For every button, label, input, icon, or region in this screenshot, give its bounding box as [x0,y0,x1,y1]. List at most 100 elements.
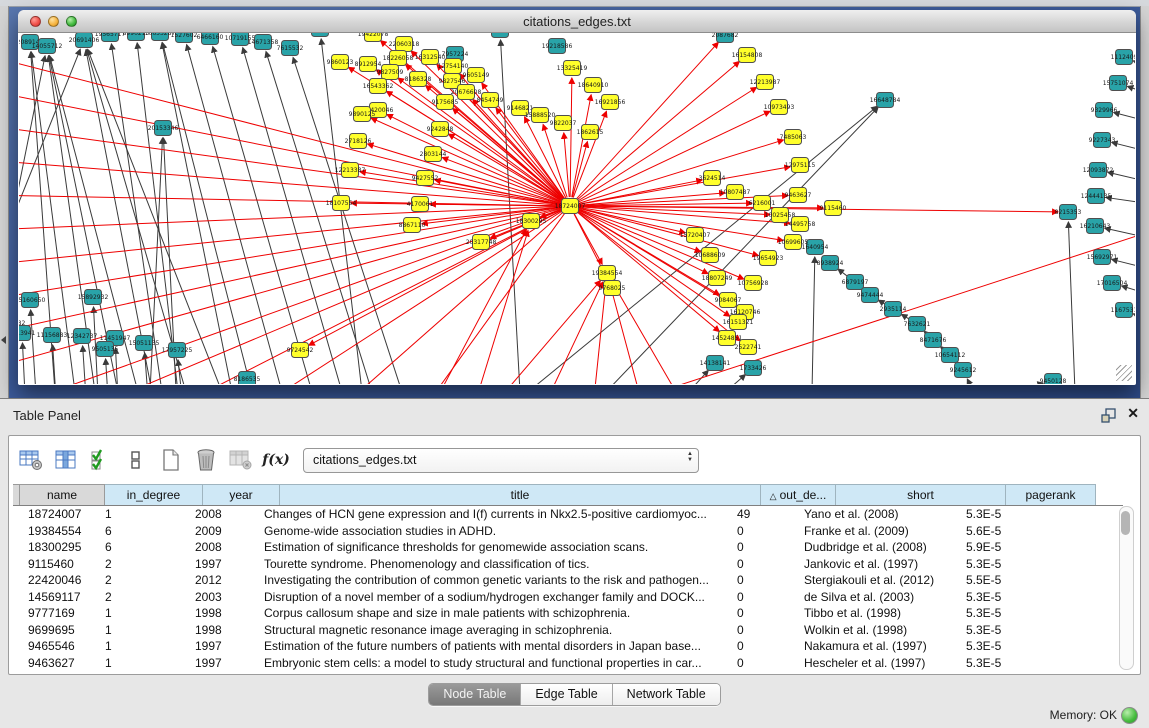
graph-node[interactable]: 19565717 [95,33,126,42]
float-panel-icon[interactable] [1101,407,1117,423]
window-titlebar[interactable]: citations_edges.txt [18,10,1136,33]
graph-node[interactable]: 15692971 [1087,250,1118,265]
graph-node[interactable]: 7615532 [277,41,304,56]
column-header-pagerank[interactable]: pagerank [1006,484,1096,505]
rows-icon[interactable] [123,447,149,473]
graph-node[interactable]: 9115460 [820,201,847,216]
graph-node[interactable]: 12213987 [750,75,781,90]
graph-node[interactable]: 9245612 [950,363,977,378]
close-panel-icon[interactable]: ✕ [1127,405,1139,422]
graph-node[interactable]: 8215353 [1055,205,1082,220]
graph-node[interactable]: 15751074 [1103,76,1134,91]
table-row[interactable]: 977716911998Corpus callosum shape and si… [13,605,1123,622]
graph-node[interactable]: 9227343 [1089,133,1116,148]
graph-node[interactable]: 2803144 [420,147,447,162]
graph-node[interactable]: 13325419 [557,61,588,76]
graph-node[interactable]: 19218586 [542,39,573,54]
select-all-checks-icon[interactable] [88,447,114,473]
graph-node-label: 1733426 [740,365,767,372]
table-row[interactable]: 946362711997Embryonic stem cells: a mode… [13,655,1123,672]
column-header-out_de[interactable]: △out_de... [761,484,836,505]
graph-node[interactable]: 12342737 [67,329,98,344]
graph-node[interactable]: 3913941 [19,326,36,341]
graph-node-label: 7632621 [904,321,931,328]
resize-grip[interactable] [1116,365,1132,381]
memory-status-orb[interactable] [1121,707,1138,724]
delete-table-icon[interactable] [193,447,219,473]
table-panel-header: Table Panel ✕ [0,399,1149,433]
table-row[interactable]: 2242004622012Investigating the contribut… [13,572,1123,589]
table-settings-icon[interactable] [18,447,44,473]
table-row[interactable]: 1938455462009Genome-wide association stu… [13,523,1123,540]
graph-node[interactable]: 12444135 [1081,189,1112,204]
graph-node[interactable]: 8938924 [817,256,844,271]
graph-node[interactable]: 6466160 [197,33,224,45]
table-row[interactable]: 1872400712008Changes of HCN gene express… [13,506,1123,523]
graph-node[interactable]: 17016504 [1097,276,1128,291]
graph-node[interactable]: 1112409 [1111,50,1135,65]
new-table-icon[interactable] [158,447,184,473]
graph-node-label: 16151321 [723,319,754,326]
graph-node[interactable]: 1527602 [171,33,198,43]
graph-node[interactable]: 7485063 [780,130,807,145]
graph-node[interactable]: 16648784 [870,93,901,108]
graph-node[interactable]: 15720407 [680,228,711,243]
graph-node[interactable]: 1733426 [740,361,767,376]
column-header-year[interactable]: year [203,484,280,505]
graph-node[interactable]: 8186328 [405,72,432,87]
graph-node[interactable]: 9860123 [327,55,354,70]
graph-node[interactable]: 25160650 [19,293,45,308]
graph-node[interactable]: 16543362 [363,79,394,94]
graph-node[interactable]: 2087682 [712,33,739,43]
scrollbar-thumb[interactable] [1121,511,1130,535]
graph-node[interactable]: 10756928 [738,276,769,291]
column-header-in_degree[interactable]: in_degree [105,484,203,505]
table-row[interactable]: 946554611997Estimation of the future num… [13,638,1123,655]
graph-node[interactable]: 4170061 [407,197,434,212]
graph-node[interactable]: 12093872 [1083,163,1114,178]
select-columns-icon[interactable] [53,447,79,473]
graph-node[interactable]: 22060318 [389,37,420,52]
collapse-arrow-icon[interactable] [1,336,6,344]
graph-node[interactable]: 3624514 [699,171,726,186]
cell-name: 22420046 [20,572,97,589]
graph-node[interactable]: 18226058 [383,51,414,66]
graph-node[interactable]: 19654923 [753,251,784,266]
column-header-name[interactable]: name [20,484,105,505]
graph-node[interactable]: 1167531 [1111,303,1135,318]
graph-node[interactable]: 18131074 [305,33,336,37]
graph-node[interactable]: 8186535 [234,372,261,385]
graph-node[interactable]: 9427552 [412,171,439,186]
graph-node[interactable]: 14138141 [700,356,731,371]
cell-title: Genome-wide association studies in ADHD. [256,523,729,540]
graph-node[interactable]: 18640910 [578,78,609,93]
graph-node[interactable]: 2718126 [345,134,372,149]
graph-node[interactable]: 9450128 [1040,374,1067,385]
graph-node[interactable]: 8471676 [920,333,947,348]
function-builder-icon[interactable]: f(x) [263,447,289,473]
graph-node[interactable]: 16210643 [1080,219,1111,234]
table-selector-dropdown[interactable]: citations_edges.txt ▲▼ [303,448,699,473]
graph-node[interactable]: 15051135 [129,336,160,351]
graph-node[interactable]: 19422078 [358,33,389,42]
column-header-short[interactable]: short [836,484,1006,505]
table-row[interactable]: 969969511998Structural magnetic resonanc… [13,622,1123,639]
table-row[interactable]: 1456911722003Disruption of a novel membe… [13,589,1123,606]
network-canvas[interactable]: 2089146140557122069140619565717899021310… [19,33,1135,384]
graph-node[interactable]: 12975115 [785,158,816,173]
graph-node[interactable]: 19384554 [592,266,623,281]
table-row[interactable]: 911546021997Tourette syndrome. Phenomeno… [13,556,1123,573]
graph-node[interactable]: 10654112 [935,348,966,363]
graph-node[interactable]: 8131074 [487,33,514,38]
graph-node[interactable]: 17957225 [162,343,193,358]
table-row[interactable]: 1830029562008Estimation of significance … [13,539,1123,556]
graph-node[interactable]: 16921856 [595,95,626,110]
column-header-title[interactable]: title [280,484,761,505]
graph-node[interactable]: 16154808 [732,48,763,63]
graph-node[interactable]: 1862615 [577,125,604,140]
graph-node[interactable]: 18107554 [326,196,357,211]
graph-node[interactable]: 9329966 [1091,103,1118,118]
graph-node[interactable]: 11156883 [37,328,68,343]
table-scrollbar[interactable] [1119,506,1134,670]
graph-edge [564,133,569,197]
